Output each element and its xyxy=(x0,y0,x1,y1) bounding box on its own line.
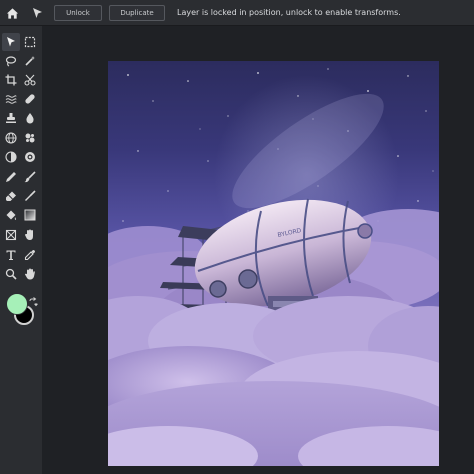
lock-status-message: Layer is locked in position, unlock to e… xyxy=(177,8,401,17)
eraser-tool-icon[interactable] xyxy=(2,187,20,205)
unlock-button[interactable]: Unlock xyxy=(54,5,102,21)
globe-icon[interactable] xyxy=(2,129,20,147)
marquee-tool-icon[interactable] xyxy=(21,33,39,51)
cloud-layer-front xyxy=(108,296,439,466)
move-tool-icon[interactable] xyxy=(2,33,20,51)
paint-bucket-icon[interactable] xyxy=(2,206,20,224)
smudge-brush-icon[interactable] xyxy=(21,187,39,205)
puppet-warp-icon[interactable] xyxy=(21,226,39,244)
magic-wand-tool-icon[interactable] xyxy=(21,52,39,70)
hand-tool-icon[interactable] xyxy=(21,265,39,283)
options-bar: Unlock Duplicate Layer is locked in posi… xyxy=(0,0,474,26)
airship-artwork: BYLORD xyxy=(108,68,439,466)
tool-panel xyxy=(0,26,42,474)
image-canvas[interactable]: BYLORD xyxy=(108,61,439,466)
move-tool-indicator-icon xyxy=(29,5,45,21)
photo-editor: Unlock Duplicate Layer is locked in posi… xyxy=(0,0,474,474)
duplicate-button[interactable]: Duplicate xyxy=(109,5,165,21)
home-icon[interactable] xyxy=(4,5,20,21)
brush-tool-icon[interactable] xyxy=(21,168,39,186)
lasso-tool-icon[interactable] xyxy=(2,52,20,70)
blur-drop-icon[interactable] xyxy=(21,109,39,127)
foreground-color-swatch[interactable] xyxy=(6,293,28,315)
blob-tool-icon[interactable] xyxy=(21,129,39,147)
eyedropper-tool-icon[interactable] xyxy=(21,246,39,264)
healing-brush-icon[interactable] xyxy=(21,90,39,108)
workspace: BYLORD xyxy=(42,26,474,474)
scissors-tool-icon[interactable] xyxy=(21,71,39,89)
dodge-burn-icon[interactable] xyxy=(2,148,20,166)
waves-tool-icon[interactable] xyxy=(2,90,20,108)
zoom-tool-icon[interactable] xyxy=(2,265,20,283)
crop-tool-icon[interactable] xyxy=(2,71,20,89)
gradient-tool-icon[interactable] xyxy=(21,206,39,224)
frame-tool-icon[interactable] xyxy=(2,226,20,244)
swap-colors-icon[interactable] xyxy=(28,292,38,307)
pencil-tool-icon[interactable] xyxy=(2,168,20,186)
sponge-tool-icon[interactable] xyxy=(21,148,39,166)
text-tool-icon[interactable] xyxy=(2,246,20,264)
clone-stamp-icon[interactable] xyxy=(2,109,20,127)
